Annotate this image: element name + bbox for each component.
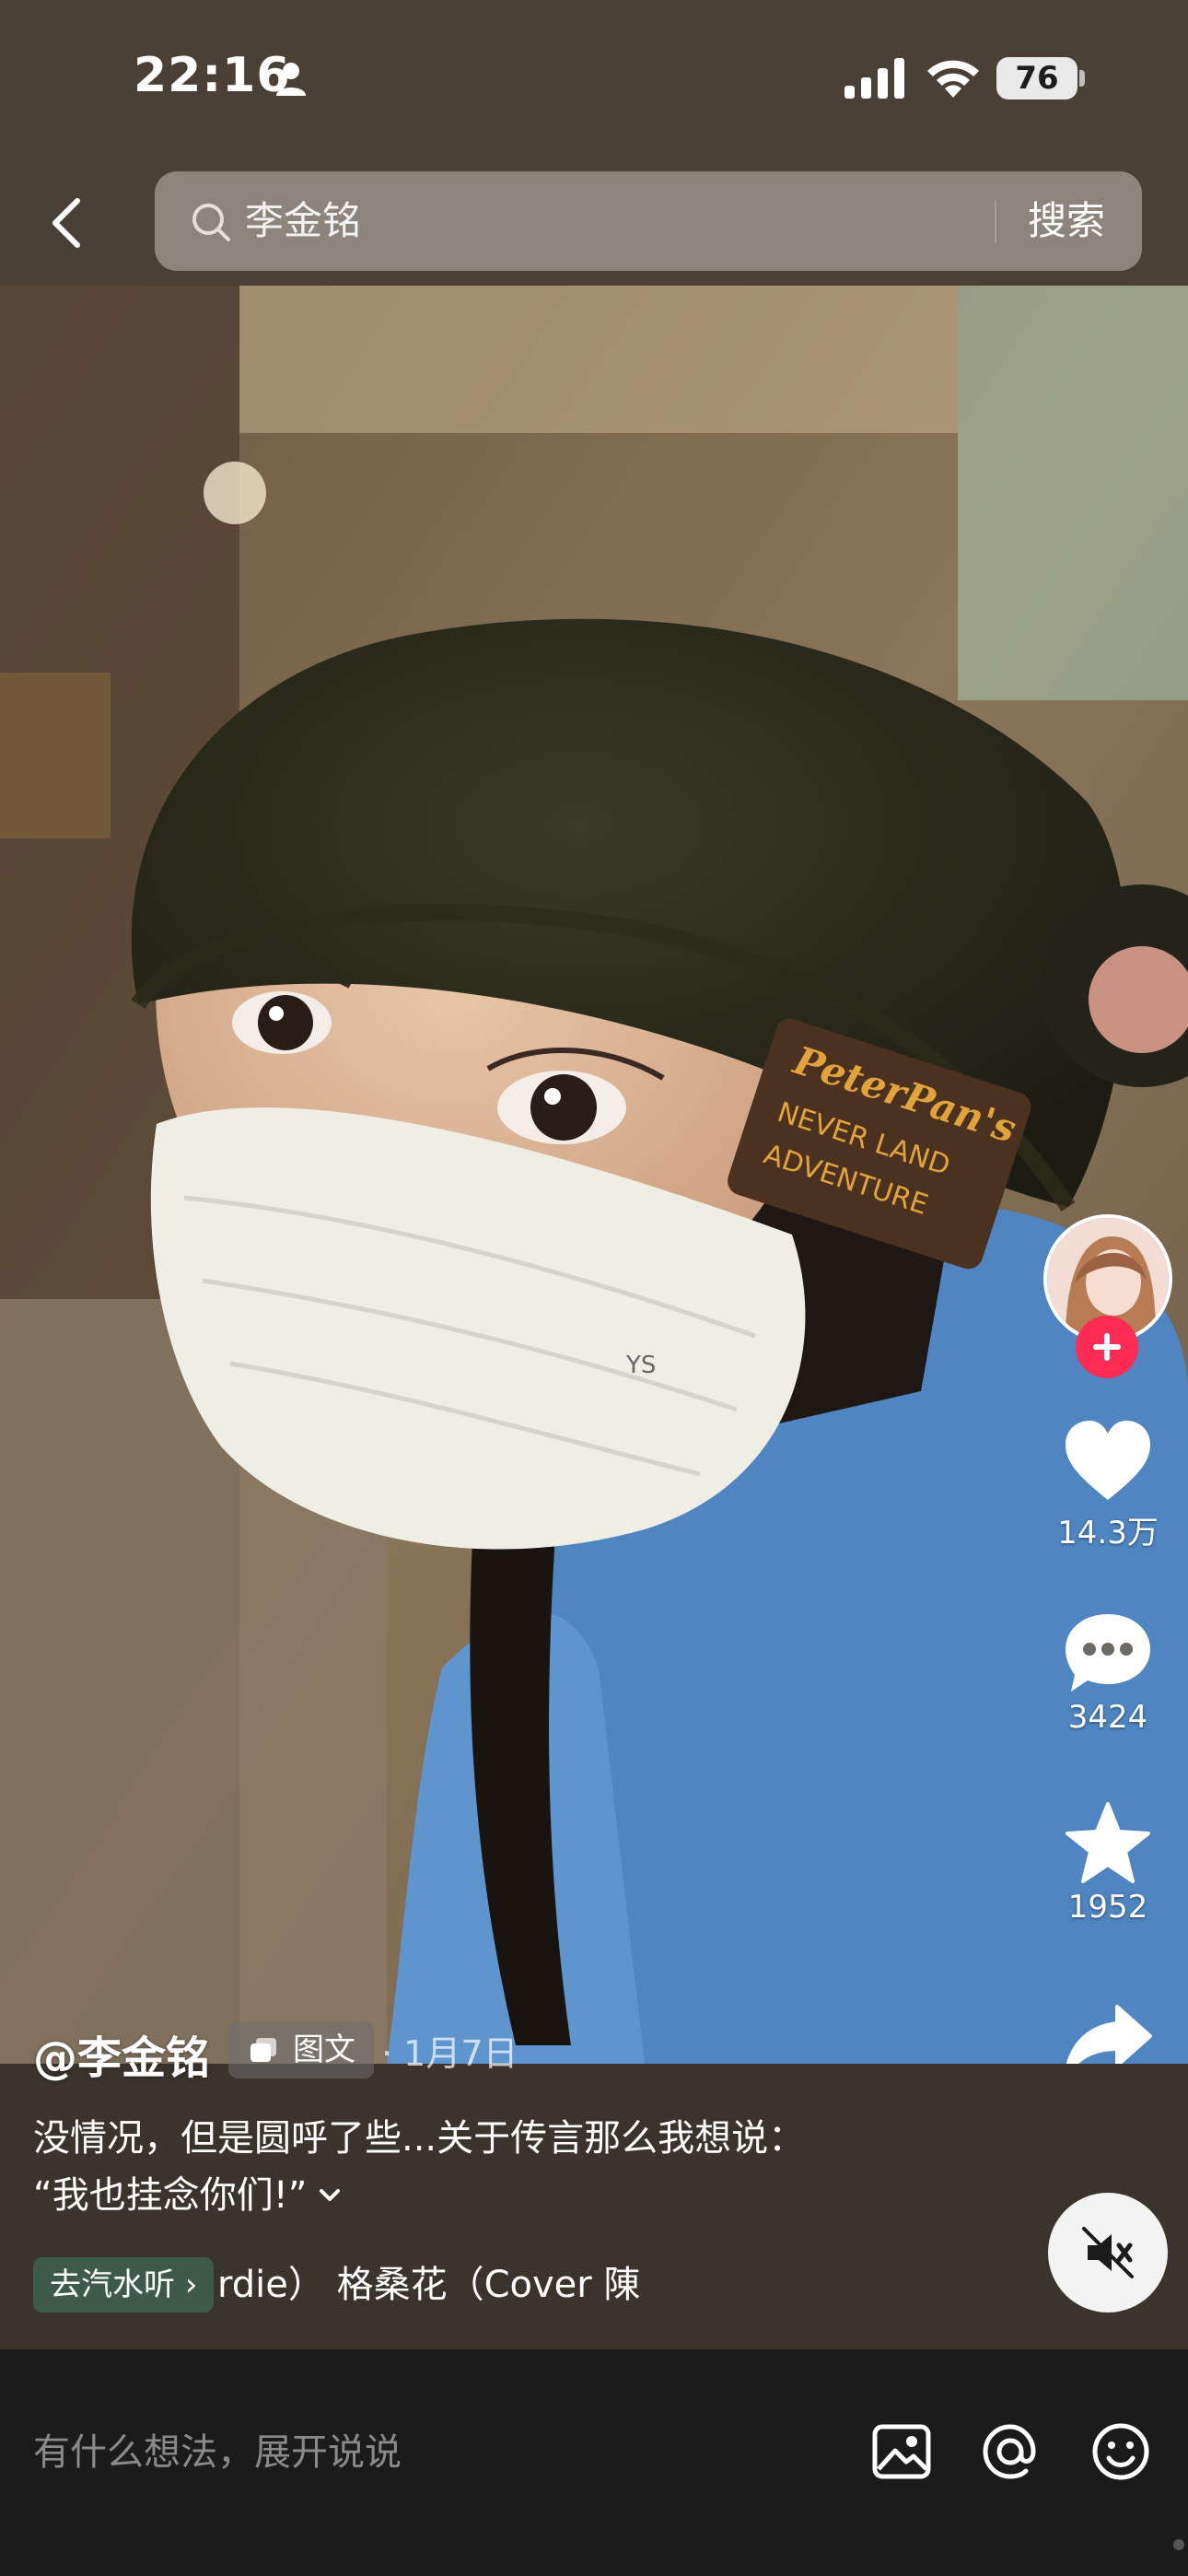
comment-bar: 有什么想法，展开说说: [0, 2349, 1188, 2576]
open-in-qishui-button[interactable]: 去汽水听 ›: [33, 2257, 215, 2313]
music-row: 去汽水听 › rdie） 格桑花（Cover 陳: [33, 2257, 1046, 2313]
chevron-left-icon: [52, 198, 80, 248]
mention-at-icon[interactable]: [978, 2419, 1042, 2484]
battery-indicator: 76: [996, 57, 1085, 100]
post-type-label: 图文: [293, 2032, 355, 2068]
comment-input[interactable]: 有什么想法，展开说说: [33, 2425, 402, 2480]
post-photo[interactable]: YS PeterPan's NEVER LAND ADVENTURE: [0, 286, 1188, 2064]
comment-bubble-icon: [1066, 1614, 1150, 1692]
emoji-icon[interactable]: [1089, 2419, 1153, 2484]
chevron-down-icon[interactable]: [314, 2180, 345, 2211]
follow-button[interactable]: [1076, 1316, 1138, 1378]
music-track-marquee[interactable]: rdie） 格桑花（Cover 陳: [217, 2257, 733, 2313]
post-type-badge: 图文: [228, 2021, 374, 2078]
caption-line-1: 没情况，但是圆呼了些...关于传言那么我想说：: [33, 2117, 806, 2160]
image-stack-icon: [250, 2038, 276, 2062]
search-button[interactable]: 搜索: [1028, 192, 1105, 251]
search-divider: [995, 201, 996, 243]
status-time: 22:16: [134, 48, 291, 103]
status-bar: 22:16 76: [0, 0, 1188, 157]
corner-indicator-icon: [1173, 2539, 1184, 2550]
speaker-muted-icon: [1082, 2227, 1134, 2278]
music-pill-label: 去汽水听: [50, 2266, 175, 2303]
search-input[interactable]: 李金铭 搜索: [155, 171, 1142, 271]
search-icon: [192, 204, 230, 241]
like-count: 14.3万: [1057, 1515, 1159, 1551]
author-name[interactable]: @李金铭: [33, 2021, 210, 2086]
mute-button[interactable]: [1048, 2193, 1168, 2313]
photo-illustration: YS PeterPan's NEVER LAND ADVENTURE: [0, 286, 1188, 2064]
like-button[interactable]: 14.3万: [1043, 1419, 1172, 1552]
heart-icon: [1066, 1421, 1150, 1500]
image-picker-icon[interactable]: [869, 2419, 934, 2484]
person-icon: [276, 63, 306, 96]
search-query: 李金铭: [245, 198, 362, 243]
caption-line-2: “我也挂念你们!”: [33, 2174, 308, 2217]
battery-level: 76: [996, 57, 1077, 100]
back-button[interactable]: [37, 189, 96, 257]
favorite-button[interactable]: 1952: [1043, 1800, 1172, 1926]
cellular-signal-icon: [844, 58, 904, 99]
post-caption[interactable]: 没情况，但是圆呼了些...关于传言那么我想说： “我也挂念你们!”: [33, 2110, 1028, 2224]
favorite-count: 1952: [1067, 1889, 1148, 1926]
comment-button[interactable]: 3424: [1043, 1610, 1172, 1736]
battery-tip: [1079, 70, 1085, 87]
comment-count: 3424: [1067, 1699, 1148, 1736]
star-icon: [1066, 1802, 1150, 1883]
wifi-icon: [927, 60, 979, 98]
mask-mark-text: YS: [625, 1352, 656, 1379]
post-date: · 1月7日: [381, 2033, 518, 2074]
chevron-right-icon: ›: [184, 2266, 198, 2303]
plus-icon: [1093, 1333, 1121, 1361]
